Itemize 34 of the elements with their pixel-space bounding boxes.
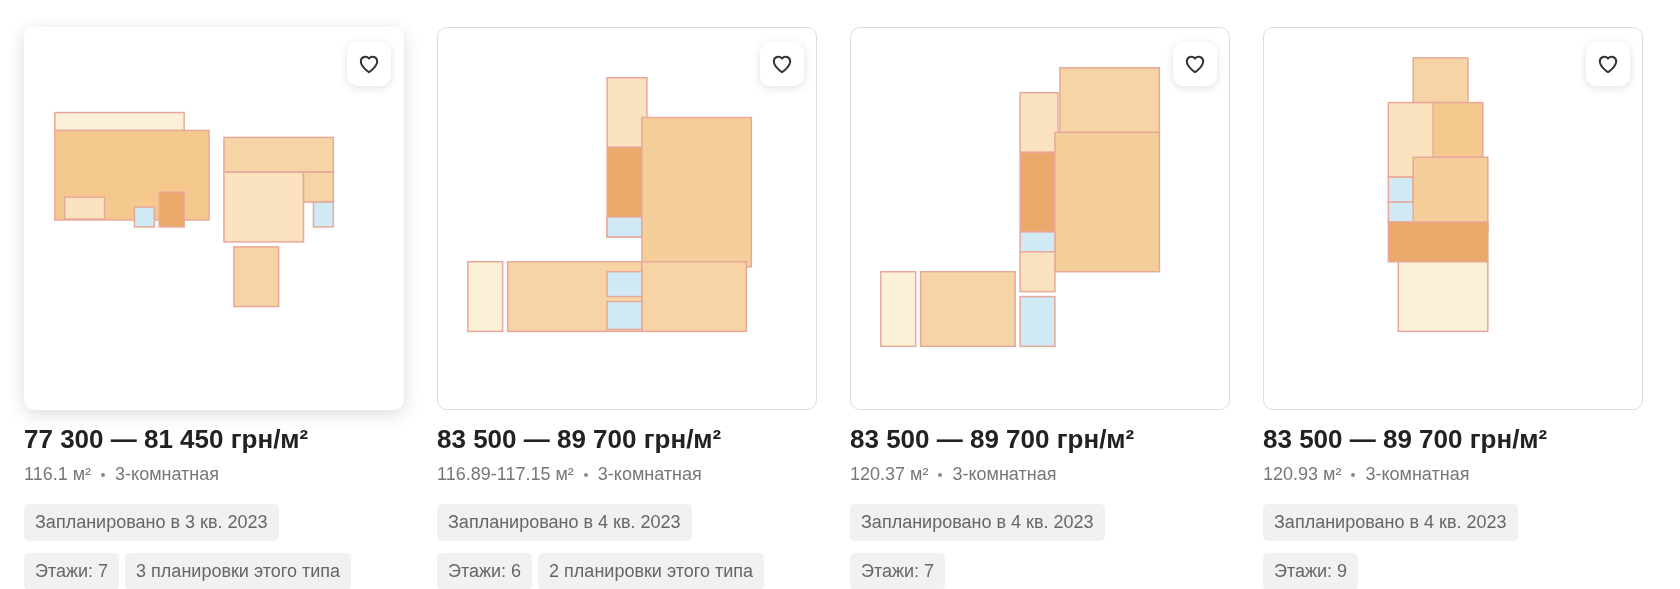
- room-count: 3-комнатная: [1365, 463, 1470, 487]
- separator-dot: [1351, 472, 1356, 477]
- info-tag: 3 планировки этого типа: [125, 553, 351, 589]
- separator-dot: [938, 472, 943, 477]
- info-tag: Запланировано в 4 кв. 2023: [437, 504, 692, 542]
- favorite-button[interactable]: [1586, 42, 1630, 86]
- heart-icon: [358, 54, 380, 74]
- area-text: 120.93 м²: [1263, 463, 1342, 487]
- info-tag: Этажи: 9: [1263, 553, 1359, 589]
- area-text: 120.37 м²: [850, 463, 929, 487]
- favorite-button[interactable]: [1173, 42, 1217, 86]
- price-range: 83 500 — 89 700 грн/м²: [437, 424, 723, 456]
- room-count: 3-комнатная: [597, 463, 702, 487]
- area-text: 116.1 м²: [24, 463, 92, 487]
- info-tag: Этажи: 7: [24, 553, 120, 589]
- price-range: 83 500 — 89 700 грн/м²: [1263, 424, 1549, 456]
- info-tag: Запланировано в 4 кв. 2023: [1263, 504, 1518, 542]
- info-tag: Этажи: 6: [437, 553, 533, 589]
- separator-dot: [101, 472, 106, 477]
- info-tag: Запланировано в 4 кв. 2023: [850, 504, 1105, 542]
- price-range: 83 500 — 89 700 грн/м²: [850, 424, 1136, 456]
- heart-icon: [1184, 54, 1206, 74]
- info-tag: Запланировано в 3 кв. 2023: [24, 504, 279, 542]
- room-count: 3-комнатная: [952, 463, 1057, 487]
- area-text: 116.89-117.15 м²: [437, 463, 574, 487]
- favorite-button[interactable]: [347, 42, 391, 86]
- heart-icon: [771, 54, 793, 74]
- price-range: 77 300 — 81 450 грн/м²: [24, 424, 310, 456]
- favorite-button[interactable]: [760, 42, 804, 86]
- separator-dot: [583, 472, 588, 477]
- heart-icon: [1597, 54, 1619, 74]
- info-tag: 2 планировки этого типа: [538, 553, 764, 589]
- room-count: 3-комнатная: [115, 463, 220, 487]
- info-tag: Этажи: 7: [850, 553, 946, 589]
